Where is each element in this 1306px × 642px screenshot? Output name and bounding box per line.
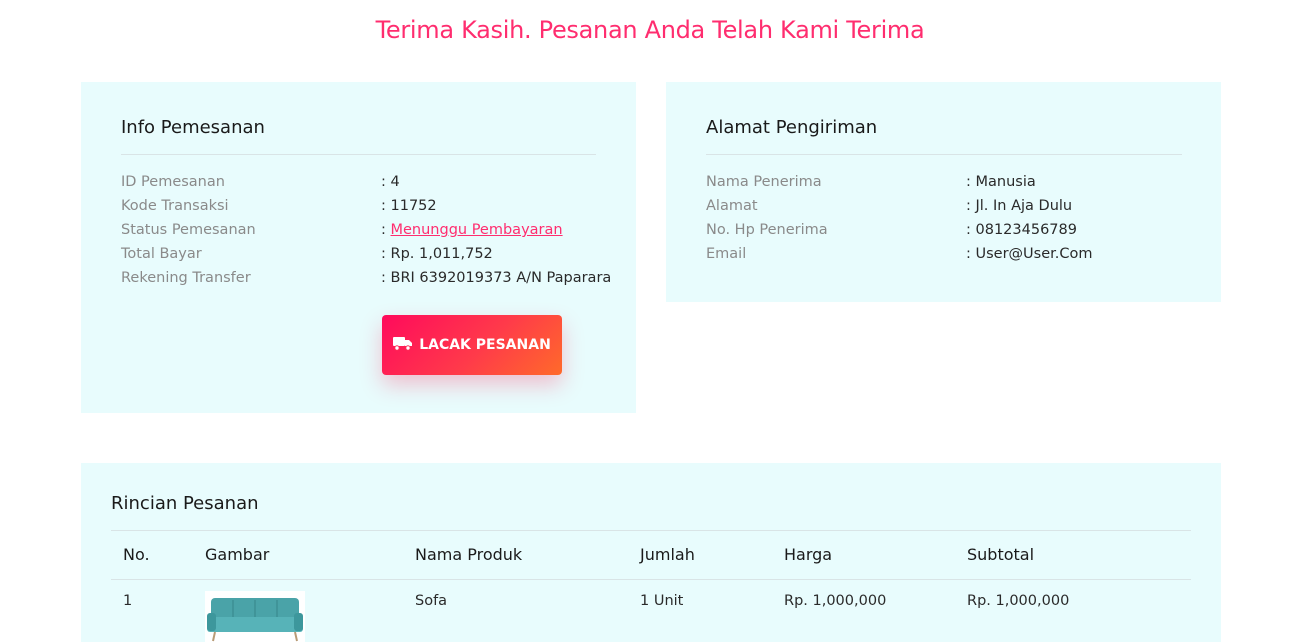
order-info-divider bbox=[121, 154, 596, 155]
page-title: Terima Kasih. Pesanan Anda Telah Kami Te… bbox=[375, 16, 925, 44]
column-header-subtotal: Subtotal bbox=[967, 545, 1035, 564]
order-details-card: Rincian Pesanan No. Gambar Nama Produk J… bbox=[81, 463, 1221, 642]
order-info-card: Info Pemesanan ID Pemesanan : 4 Kode Tra… bbox=[81, 82, 636, 413]
info-value: : Menunggu Pembayaran bbox=[381, 218, 563, 242]
cell-subtotal: Rp. 1,000,000 bbox=[967, 593, 1070, 609]
track-order-button[interactable]: LACAK PESANAN bbox=[382, 315, 562, 375]
address-value: : User@User.Com bbox=[966, 246, 1093, 262]
cell-no: 1 bbox=[123, 593, 133, 609]
shipping-address-card: Alamat Pengiriman Nama Penerima : Manusi… bbox=[666, 82, 1221, 302]
address-value: : Manusia bbox=[966, 174, 1036, 190]
order-details-divider bbox=[111, 530, 1191, 531]
info-label: Total Bayar bbox=[121, 246, 202, 262]
address-label: Email bbox=[706, 246, 747, 262]
table-header-divider bbox=[111, 579, 1191, 580]
info-label: Rekening Transfer bbox=[121, 270, 251, 286]
status-prefix: : bbox=[381, 222, 391, 238]
info-value: : BRI 6392019373 A/N Paparara bbox=[381, 270, 612, 286]
info-value: : Rp. 1,011,752 bbox=[381, 246, 493, 262]
info-value: : 11752 bbox=[381, 198, 437, 214]
address-label: No. Hp Penerima bbox=[706, 222, 828, 238]
column-header-nama-produk: Nama Produk bbox=[415, 545, 523, 564]
order-info-title: Info Pemesanan bbox=[121, 117, 265, 138]
address-label: Nama Penerima bbox=[706, 174, 822, 190]
cell-nama-produk: Sofa bbox=[415, 593, 448, 609]
sofa-image bbox=[205, 591, 305, 642]
address-value: : Jl. In Aja Dulu bbox=[966, 198, 1073, 214]
column-header-gambar: Gambar bbox=[205, 545, 270, 564]
truck-icon bbox=[393, 336, 413, 355]
cell-harga: Rp. 1,000,000 bbox=[784, 593, 887, 609]
column-header-harga: Harga bbox=[784, 545, 833, 564]
shipping-address-title: Alamat Pengiriman bbox=[706, 117, 878, 138]
cell-jumlah: 1 Unit bbox=[640, 593, 684, 609]
order-details-title: Rincian Pesanan bbox=[111, 493, 259, 514]
address-value: : 08123456789 bbox=[966, 222, 1077, 238]
shipping-address-divider bbox=[706, 154, 1182, 155]
info-label: ID Pemesanan bbox=[121, 174, 225, 190]
status-link[interactable]: Menunggu Pembayaran bbox=[391, 222, 563, 238]
address-label: Alamat bbox=[706, 198, 758, 214]
column-header-no: No. bbox=[123, 545, 150, 564]
info-label: Status Pemesanan bbox=[121, 222, 256, 238]
info-value: : 4 bbox=[381, 174, 400, 190]
info-label: Kode Transaksi bbox=[121, 198, 229, 214]
column-header-jumlah: Jumlah bbox=[640, 545, 695, 564]
track-order-label: LACAK PESANAN bbox=[419, 337, 551, 353]
